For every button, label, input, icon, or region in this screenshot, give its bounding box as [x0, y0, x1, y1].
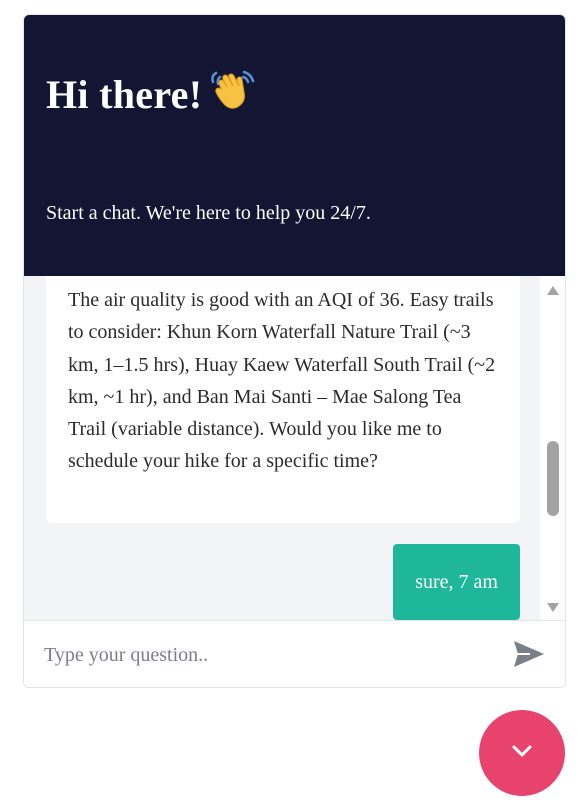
message-scrollbar[interactable]: [540, 276, 565, 620]
bot-message: The air quality is good with an AQI of 3…: [46, 276, 520, 523]
scroll-up-arrow-icon[interactable]: [547, 286, 559, 295]
chat-header: Hi there! Start a chat. We're here to he…: [24, 15, 565, 276]
waving-hand-icon: [210, 68, 256, 122]
composer: [24, 620, 565, 687]
scrollbar-thumb[interactable]: [547, 441, 559, 516]
chat-toggle-button[interactable]: [479, 710, 565, 796]
header-title-row: Hi there!: [46, 68, 256, 126]
question-input[interactable]: [42, 633, 486, 677]
header-title: Hi there!: [46, 72, 203, 117]
header-subtitle: Start a chat. We're here to help you 24/…: [46, 202, 371, 224]
message-list[interactable]: The air quality is good with an AQI of 3…: [24, 276, 565, 620]
scroll-down-arrow-icon[interactable]: [547, 603, 559, 612]
chevron-down-icon: [512, 745, 532, 757]
chat-widget: Hi there! Start a chat. We're here to he…: [23, 14, 566, 688]
send-icon[interactable]: [512, 639, 546, 669]
user-message: sure, 7 am: [393, 544, 520, 620]
